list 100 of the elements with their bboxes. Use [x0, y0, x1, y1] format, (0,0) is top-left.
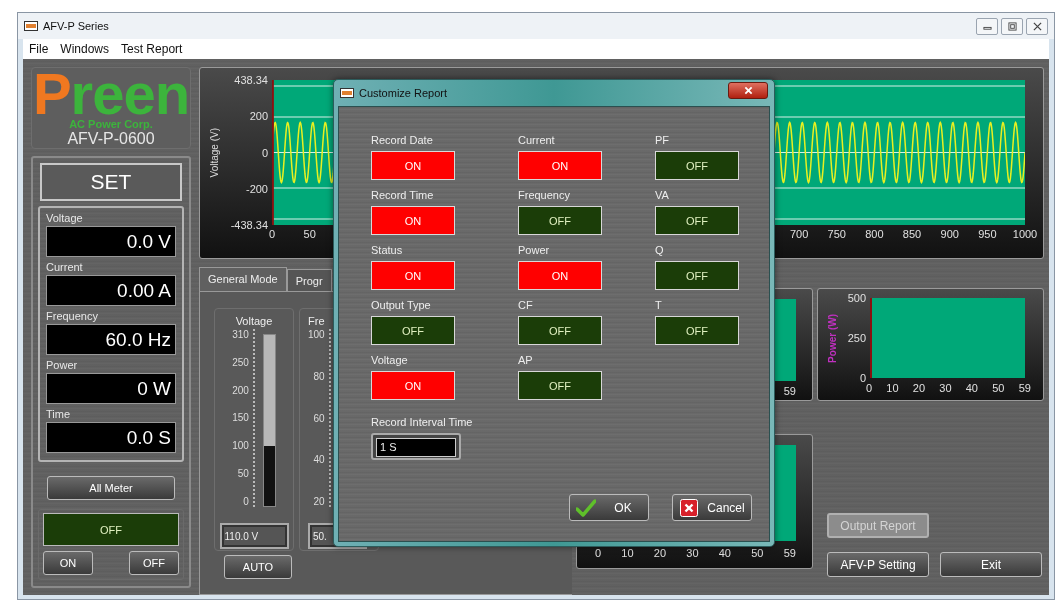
gauge-tick-label: 60	[313, 412, 325, 424]
option-label: VA	[655, 188, 670, 203]
menu-item[interactable]: Test Report	[121, 42, 183, 56]
option-label: Record Date	[371, 133, 434, 148]
x-tick-label: 59	[783, 385, 796, 397]
check-icon	[576, 498, 596, 517]
reading-display: 0 W	[46, 373, 176, 404]
y-tick-label: -438.34	[230, 219, 268, 231]
y-axis-title: Voltage (V)	[208, 127, 220, 178]
maximize-icon	[1007, 21, 1017, 31]
x-tick-label: 0	[866, 382, 873, 396]
x-tick-label: 50	[751, 547, 764, 559]
close-icon	[743, 85, 753, 95]
reading-display: 0.0 S	[46, 422, 176, 453]
reading-display: 0.0 V	[46, 226, 176, 257]
toggle-button[interactable]: ON	[371, 151, 455, 180]
x-tick-label: 59	[783, 547, 796, 559]
x-tick-label: 850	[902, 228, 922, 240]
x-tick-label: 20	[653, 547, 667, 559]
menu-item[interactable]: File	[29, 42, 49, 56]
reading-label: Current	[46, 260, 84, 275]
auto-button[interactable]: AUTO	[224, 555, 292, 579]
option-label: Frequency	[518, 188, 571, 203]
y-axis-title: Power (W)	[826, 313, 838, 363]
option-label: Current	[518, 133, 556, 148]
reading-label: Frequency	[46, 309, 99, 324]
app-icon	[340, 88, 354, 98]
mode-tab[interactable]: General Mode	[199, 267, 287, 291]
x-tick-label: 900	[940, 228, 959, 240]
menu-item[interactable]: Windows	[60, 42, 110, 56]
toggle-button[interactable]: OFF	[655, 206, 739, 235]
brand-logo-text: Preen	[32, 70, 190, 118]
option-label: Record Time	[371, 188, 435, 203]
all-meter-button[interactable]: All Meter	[47, 476, 175, 500]
x-tick-label: 950	[978, 228, 997, 240]
x-tick-label: 59	[1018, 382, 1031, 396]
window-title: AFV-P Series	[43, 20, 109, 32]
gauge-tick-label: 80	[313, 370, 325, 382]
toggle-button[interactable]: ON	[371, 261, 455, 290]
toggle-button[interactable]: OFF	[518, 316, 602, 345]
action-button[interactable]: Exit	[940, 552, 1042, 577]
toggle-button[interactable]: ON	[518, 261, 602, 290]
x-tick-label: 40	[718, 547, 731, 559]
model-name: AFV-P-0600	[67, 130, 155, 148]
interval-label: Record Interval Time	[371, 415, 474, 430]
y-tick-label: 0	[261, 146, 268, 159]
option-label: Output Type	[371, 298, 432, 313]
ok-button[interactable]: OK	[569, 494, 649, 521]
output-button[interactable]: ON	[43, 551, 93, 575]
x-tick-label: 10	[621, 547, 634, 559]
option-label: CF	[518, 298, 534, 313]
dialog-title: Customize Report	[359, 87, 448, 99]
minimize-button[interactable]	[976, 17, 998, 35]
toggle-button[interactable]: OFF	[655, 151, 739, 180]
close-button[interactable]	[1026, 17, 1048, 35]
app-icon	[24, 21, 38, 31]
toggle-button[interactable]: OFF	[655, 316, 739, 345]
option-label: AP	[518, 353, 534, 368]
gauge-tick-label: 200	[232, 384, 249, 396]
gauge-tick-label: 40	[313, 454, 325, 466]
cancel-icon	[679, 498, 699, 517]
y-tick-label: 0	[859, 372, 866, 384]
maximize-button[interactable]	[1001, 17, 1023, 35]
toggle-button[interactable]: OFF	[371, 316, 455, 345]
output-status-indicator: OFF	[43, 513, 179, 546]
interval-field[interactable]: 1 S	[371, 433, 461, 460]
gauge-tick-label: 150	[232, 412, 249, 424]
action-button[interactable]: AFV-P Setting	[827, 552, 929, 577]
toggle-button[interactable]: ON	[371, 371, 455, 400]
output-button[interactable]: OFF	[129, 551, 179, 575]
option-label: Power	[518, 243, 551, 258]
x-tick-label: 0	[268, 228, 276, 240]
gauge-title: Fre	[308, 315, 325, 327]
gauge-title: Voltage	[235, 315, 273, 327]
mode-tab[interactable]: Progr	[286, 269, 332, 291]
toggle-button[interactable]: ON	[518, 151, 602, 180]
cancel-button[interactable]: Cancel	[672, 494, 752, 521]
close-button[interactable]	[728, 81, 768, 99]
option-label: T	[655, 298, 663, 313]
gauge-tick-label: 100	[232, 440, 249, 452]
reading-label: Power	[46, 358, 79, 373]
x-tick-label: 800	[865, 228, 884, 240]
toggle-button[interactable]: OFF	[655, 261, 739, 290]
gauge-tick-label: 310	[232, 329, 249, 340]
gauge-value-field[interactable]: 110.0 V	[219, 523, 289, 549]
close-icon	[1032, 21, 1042, 31]
y-tick-label: 250	[847, 332, 866, 344]
y-tick-label: 438.34	[234, 74, 268, 86]
x-tick-label: 30	[686, 547, 699, 559]
gauge-tick-label: 0	[243, 495, 249, 507]
toggle-button[interactable]: OFF	[518, 206, 602, 235]
toggle-button[interactable]: OFF	[518, 371, 602, 400]
option-label: Status	[371, 243, 404, 258]
x-tick-label: 10	[886, 382, 899, 396]
reading-display: 60.0 Hz	[46, 324, 176, 355]
y-tick-label: 200	[249, 110, 268, 123]
toggle-button[interactable]: ON	[371, 206, 455, 235]
option-label: Q	[655, 243, 665, 258]
set-header: SET	[40, 163, 182, 201]
gauge-tick-label: 20	[313, 496, 325, 507]
